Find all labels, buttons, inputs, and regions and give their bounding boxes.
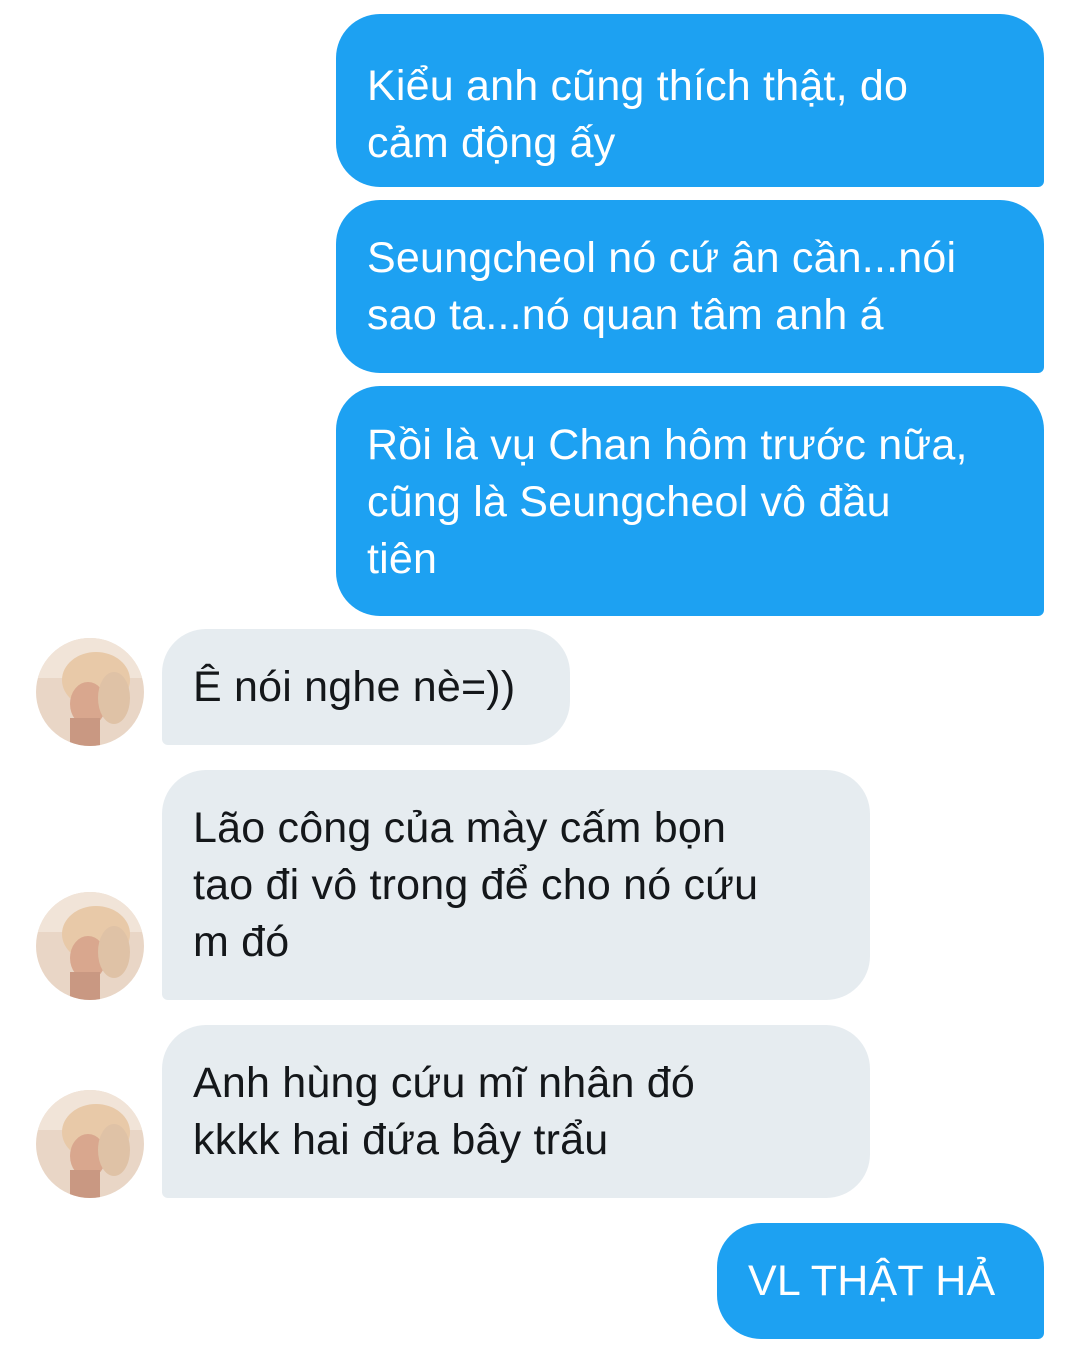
contact-avatar[interactable] — [36, 892, 144, 1000]
message-bubble-outgoing[interactable]: Kiểu anh cũng thích thật, do cảm động ấy — [336, 14, 1044, 187]
avatar-photo-icon — [36, 1090, 144, 1198]
message-bubble-incoming[interactable]: Ê nói nghe nè=)) — [162, 629, 570, 745]
message-bubble-outgoing[interactable]: VL THẬT HẢ — [717, 1223, 1044, 1339]
message-bubble-outgoing[interactable]: Rồi là vụ Chan hôm trước nữa, cũng là Se… — [336, 386, 1044, 616]
avatar-photo-icon — [36, 638, 144, 746]
message-bubble-incoming[interactable]: Anh hùng cứu mĩ nhân đó kkkk hai đứa bây… — [162, 1025, 870, 1198]
contact-avatar[interactable] — [36, 1090, 144, 1198]
avatar-photo-icon — [36, 892, 144, 1000]
message-bubble-incoming[interactable]: Lão công của mày cấm bọn tao đi vô trong… — [162, 770, 870, 1000]
contact-avatar[interactable] — [36, 638, 144, 746]
message-bubble-outgoing[interactable]: Seungcheol nó cứ ân cần...nói sao ta...n… — [336, 200, 1044, 373]
